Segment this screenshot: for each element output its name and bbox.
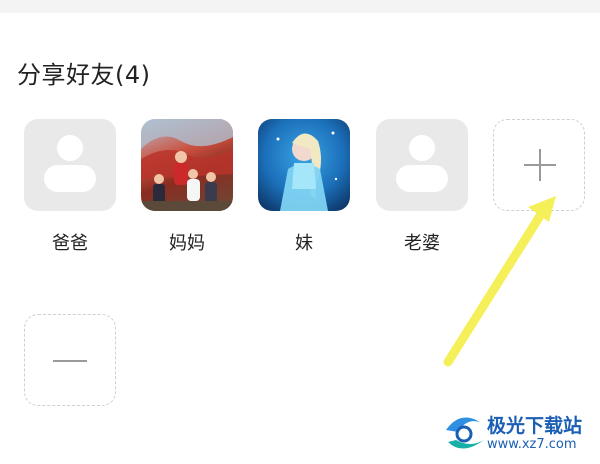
watermark-title: 极光下载站 (487, 415, 583, 437)
annotation-arrow-icon (443, 196, 556, 367)
watermark-url: www.xz7.com (487, 437, 577, 452)
